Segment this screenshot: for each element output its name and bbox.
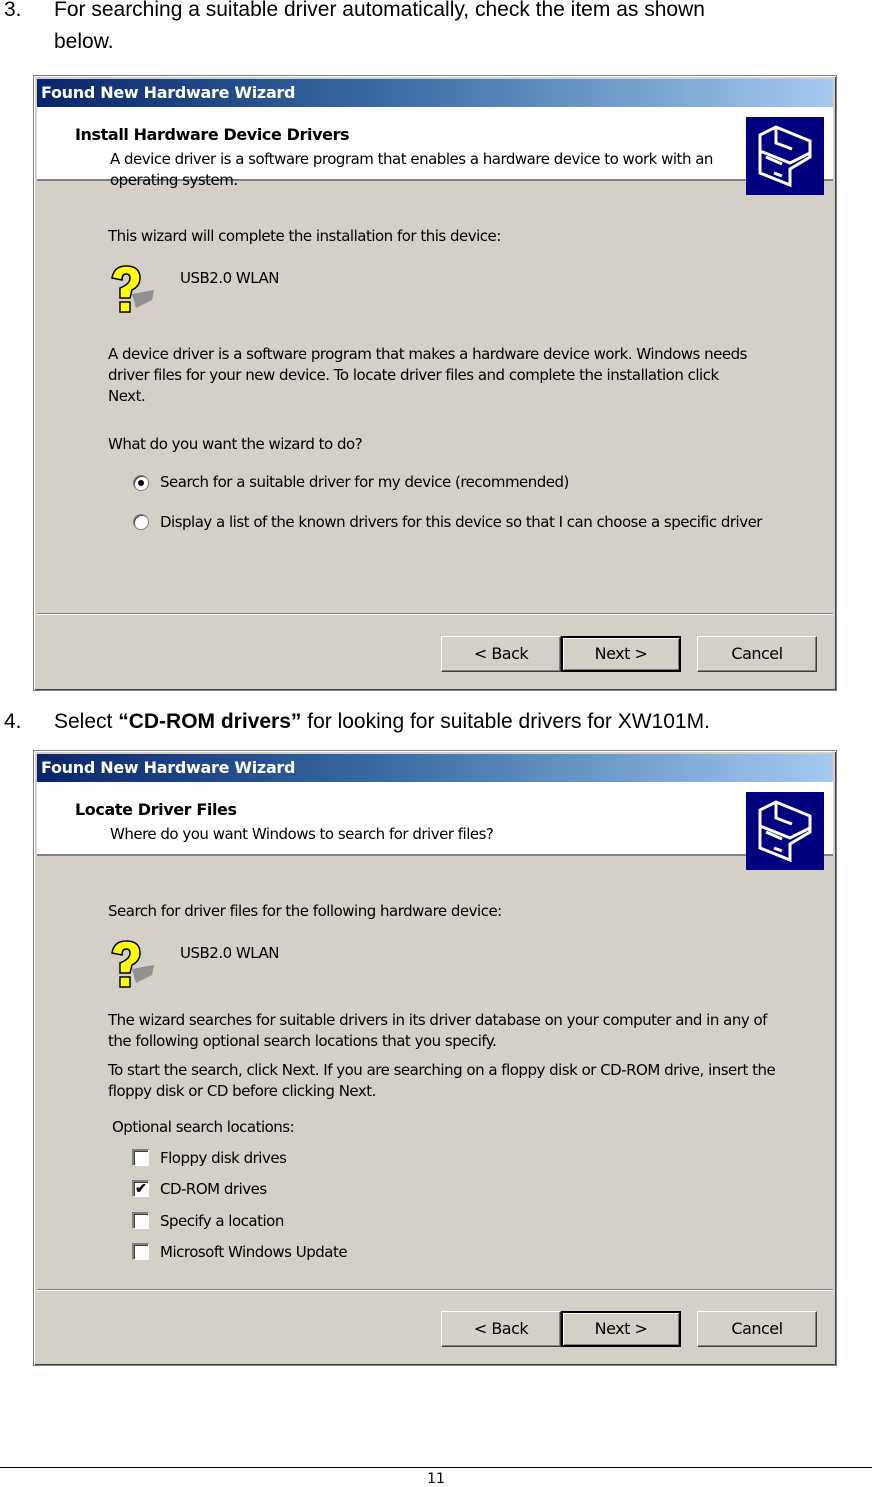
step-text: For searching a suitable driver automati… xyxy=(54,0,844,58)
device-name: USB2.0 WLAN xyxy=(180,269,279,287)
step-text-bold: “CD-ROM drivers” xyxy=(118,710,302,733)
intro-text: Search for driver files for the followin… xyxy=(108,902,502,920)
header-subtitle: A device driver is a software program th… xyxy=(110,150,713,189)
question-icon xyxy=(111,940,154,988)
radio-label[interactable]: Search for a suitable driver for my devi… xyxy=(160,472,569,493)
description-2: To start the search, click Next. If you … xyxy=(108,1061,776,1100)
step-text-line: For searching a suitable driver automati… xyxy=(54,0,705,21)
checkbox-label[interactable]: Floppy disk drives xyxy=(160,1148,287,1169)
page-number: 11 xyxy=(427,1471,445,1487)
description-1: The wizard searches for suitable drivers… xyxy=(108,1011,767,1050)
wizard-header: Locate Driver Files Where do you want Wi… xyxy=(37,782,833,870)
window-title: Found New Hardware Wizard xyxy=(37,754,833,782)
radio-label[interactable]: Display a list of the known drivers for … xyxy=(160,512,780,533)
question-icon xyxy=(111,265,154,313)
checkbox-specify-location[interactable] xyxy=(132,1212,149,1229)
description: A device driver is a software program th… xyxy=(108,345,747,405)
header-subtitle: Where do you want Windows to search for … xyxy=(110,825,494,843)
question-text: What do you want the wizard to do? xyxy=(108,435,363,453)
cancel-button[interactable]: Cancel xyxy=(697,1311,817,1347)
header-title: Install Hardware Device Drivers xyxy=(75,125,350,144)
step-text: Select “CD-ROM drivers” for looking for … xyxy=(54,706,844,738)
intro-text: This wizard will complete the installati… xyxy=(108,227,501,245)
separator xyxy=(37,1289,833,1291)
checkbox-cdrom[interactable]: ✔ xyxy=(132,1180,149,1197)
radio-display-list[interactable] xyxy=(133,514,149,530)
checkbox-windows-update[interactable] xyxy=(132,1243,149,1260)
next-button[interactable]: Next > xyxy=(561,1311,681,1347)
back-button[interactable]: < Back xyxy=(441,1311,561,1347)
cancel-button[interactable]: Cancel xyxy=(697,636,817,672)
check-mark-icon: ✔ xyxy=(135,1180,147,1196)
header-title: Locate Driver Files xyxy=(75,800,237,819)
window-title: Found New Hardware Wizard xyxy=(37,79,833,107)
separator xyxy=(37,613,833,615)
checkbox-label[interactable]: Specify a location xyxy=(160,1211,284,1232)
hardware-icon xyxy=(746,792,824,870)
step-text-prefix: Select xyxy=(54,710,119,733)
step-text-line: below. xyxy=(54,30,114,53)
step-text-suffix: for looking for suitable drivers for XW1… xyxy=(301,710,710,733)
wizard-install-drivers: Found New Hardware Wizard Install Hardwa… xyxy=(33,75,837,691)
step-number: 3. xyxy=(4,0,22,21)
step-number: 4. xyxy=(4,710,22,733)
checkbox-floppy[interactable] xyxy=(132,1149,149,1166)
hardware-icon xyxy=(746,117,824,195)
optional-locations-label: Optional search locations: xyxy=(112,1118,295,1136)
next-button[interactable]: Next > xyxy=(561,636,681,672)
footer-divider xyxy=(0,1467,872,1468)
back-button[interactable]: < Back xyxy=(441,636,561,672)
wizard-header: Install Hardware Device Drivers A device… xyxy=(37,107,833,195)
device-name: USB2.0 WLAN xyxy=(180,944,279,962)
wizard-locate-drivers: Found New Hardware Wizard Locate Driver … xyxy=(33,750,837,1366)
radio-search-driver[interactable] xyxy=(133,475,149,491)
checkbox-label[interactable]: CD-ROM drives xyxy=(160,1179,267,1200)
checkbox-label[interactable]: Microsoft Windows Update xyxy=(160,1242,348,1263)
